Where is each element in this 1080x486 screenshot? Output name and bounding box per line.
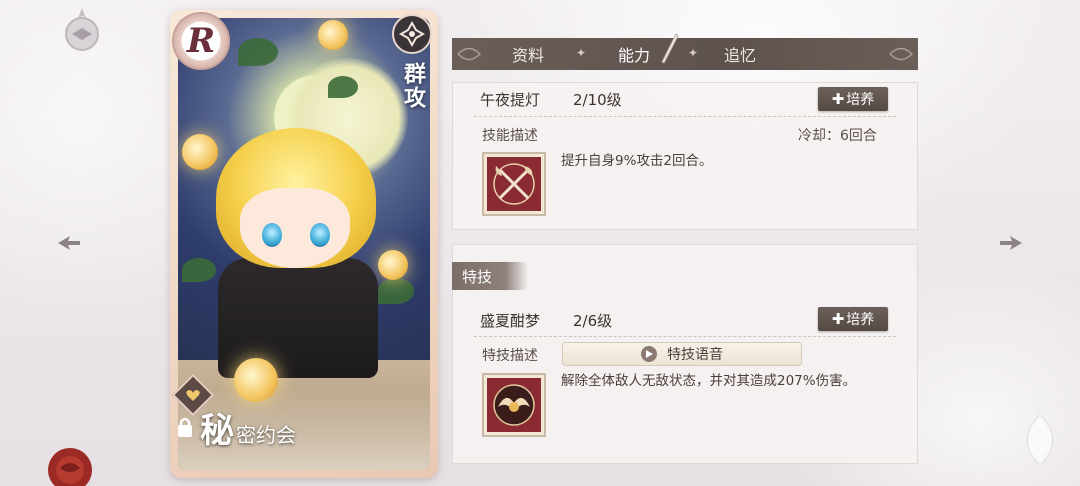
petal-decoration xyxy=(1027,414,1053,466)
divider xyxy=(474,336,896,337)
back-ornament-icon[interactable] xyxy=(60,4,104,54)
skill-cooldown: 冷却：6回合 xyxy=(798,128,877,144)
tab-ability[interactable]: 能力 xyxy=(606,38,662,70)
special-level: 2/6级 xyxy=(573,312,613,330)
prev-card-arrow-icon[interactable] xyxy=(54,228,84,258)
character-face xyxy=(240,188,350,268)
character-body xyxy=(218,258,378,378)
divider xyxy=(474,116,896,117)
tab-profile[interactable]: 资料 xyxy=(500,38,556,70)
play-icon xyxy=(641,346,657,362)
plus-icon: ✚ xyxy=(831,310,845,328)
winged-emblem-icon[interactable] xyxy=(482,373,546,437)
quill-icon xyxy=(661,33,679,64)
tab-cap-icon xyxy=(889,47,914,61)
special-tag: 特技 xyxy=(452,262,528,290)
lantern xyxy=(378,250,408,280)
next-card-arrow-icon[interactable] xyxy=(996,228,1026,258)
special-train-label: 培养 xyxy=(846,312,875,328)
skill-description: 提升自身9%攻击2回合。 xyxy=(561,153,713,169)
skill-name: 午夜提灯 xyxy=(480,91,541,109)
tab-separator: ✦ xyxy=(688,46,699,60)
special-desc-label: 特技描述 xyxy=(482,348,538,364)
emblem-icon xyxy=(392,14,432,54)
skill-desc-label: 技能描述 xyxy=(482,128,538,144)
special-train-button[interactable]: ✚ 培养 xyxy=(818,307,888,331)
rarity-badge: R xyxy=(172,12,230,70)
lantern xyxy=(318,20,348,50)
attack-type-label: 群攻 xyxy=(400,62,425,110)
character-eye xyxy=(310,223,330,247)
leaf xyxy=(328,76,358,98)
skill-train-label: 培养 xyxy=(846,92,875,108)
character-name-initial: 秘 xyxy=(200,411,234,451)
tab-cap-icon xyxy=(457,47,482,61)
special-voice-label: 特技语音 xyxy=(667,347,723,363)
special-voice-button[interactable]: 特技语音 xyxy=(562,342,802,366)
special-description: 解除全体敌人无敌状态，并对其造成207%伤害。 xyxy=(561,373,857,389)
rose-decoration xyxy=(40,440,110,486)
lock-icon[interactable] xyxy=(176,416,194,438)
leaf xyxy=(378,278,414,304)
special-name: 盛夏酣梦 xyxy=(480,312,541,330)
lantern xyxy=(182,134,218,170)
character-eye xyxy=(262,223,282,247)
plus-icon: ✚ xyxy=(831,90,845,108)
tab-memories[interactable]: 追忆 xyxy=(712,38,768,70)
skill-train-button[interactable]: ✚ 培养 xyxy=(818,87,888,111)
character-name: 秘 密约会 xyxy=(200,403,296,452)
skill-level: 2/10级 xyxy=(573,91,622,109)
tab-separator: ✦ xyxy=(576,46,587,60)
leaf xyxy=(182,258,216,282)
leaf xyxy=(238,38,278,66)
character-card[interactable]: R 群攻 秘 密约会 xyxy=(170,10,438,478)
character-name-rest: 密约会 xyxy=(236,423,296,447)
crossed-axes-icon[interactable] xyxy=(482,152,546,216)
